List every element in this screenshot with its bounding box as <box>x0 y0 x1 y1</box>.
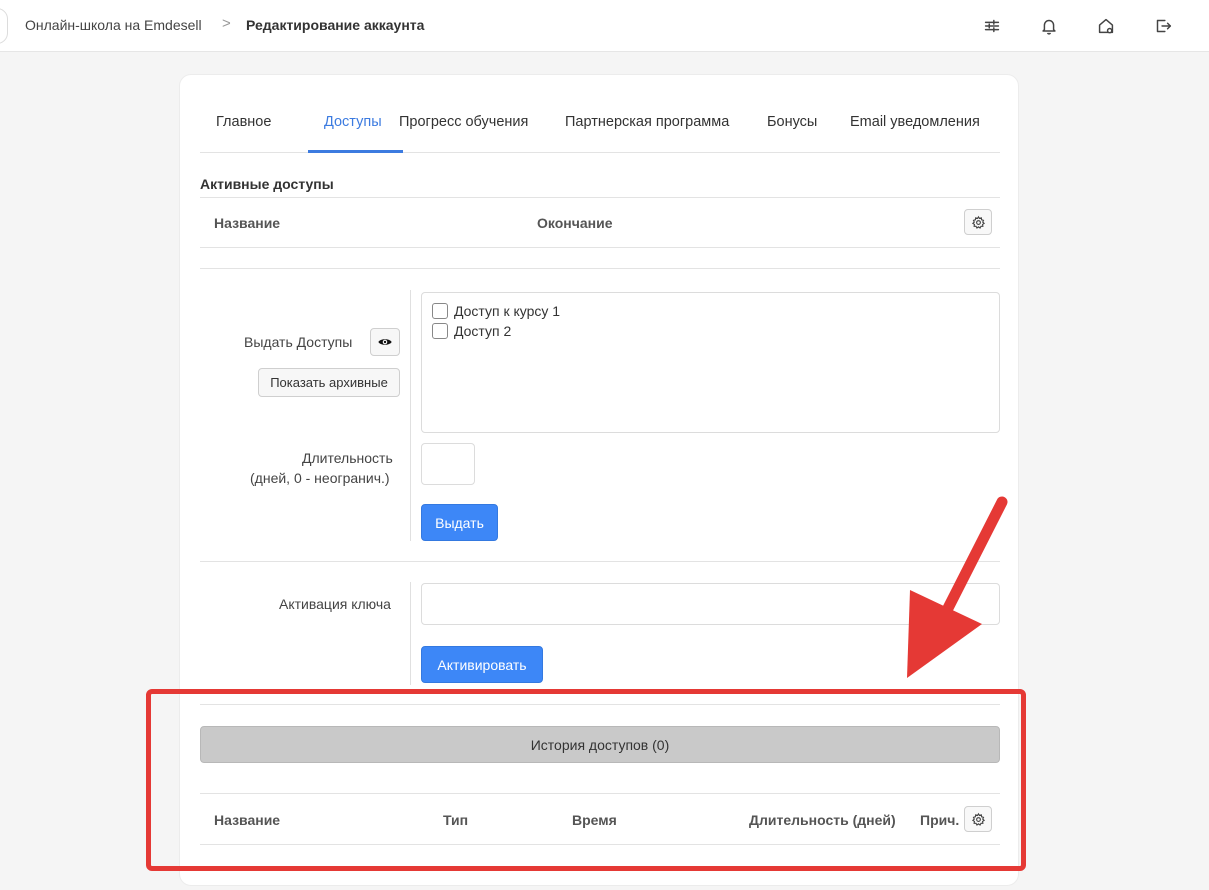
divider <box>200 247 1000 248</box>
tab-progress[interactable]: Прогресс обучения <box>399 114 528 130</box>
tabs-bar: Главное Доступы Прогресс обучения Партне… <box>200 107 1000 153</box>
eye-icon <box>378 339 392 345</box>
duration-input[interactable] <box>421 443 475 485</box>
gear-icon <box>971 215 985 229</box>
active-table-settings-button[interactable] <box>964 209 992 235</box>
divider <box>200 197 1000 198</box>
access-option-label: Доступ 2 <box>454 323 512 339</box>
form-divider <box>410 290 411 541</box>
divider <box>200 268 1000 269</box>
active-access-title: Активные доступы <box>200 176 334 192</box>
column-expiry: Окончание <box>537 215 613 231</box>
tab-bonuses[interactable]: Бонусы <box>767 114 817 130</box>
page-title: Редактирование аккаунта <box>246 17 425 33</box>
top-bar: Онлайн-школа на Emdesell > Редактировани… <box>0 0 1209 52</box>
access-option-label: Доступ к курсу 1 <box>454 303 561 319</box>
show-archived-button[interactable]: Показать архивные <box>258 368 400 397</box>
column-name: Название <box>214 215 281 231</box>
tab-main[interactable]: Главное <box>216 114 271 130</box>
bell-icon[interactable] <box>1038 15 1060 37</box>
duration-label: Длительность <box>302 450 393 466</box>
tab-access[interactable]: Доступы <box>324 114 382 130</box>
home-settings-icon[interactable] <box>1095 15 1117 37</box>
tab-email[interactable]: Email уведомления <box>850 114 980 130</box>
sidebar-toggle[interactable] <box>0 8 8 44</box>
access-option-checkbox[interactable] <box>432 323 448 339</box>
annotation-arrow-icon <box>907 496 1008 678</box>
form-divider <box>410 582 411 685</box>
annotation-highlight-box <box>146 689 1026 871</box>
logout-icon[interactable] <box>1152 15 1174 37</box>
tab-partner[interactable]: Партнерская программа <box>565 114 729 130</box>
breadcrumb-separator: > <box>222 15 231 32</box>
access-list[interactable]: Доступ к курсу 1 Доступ 2 <box>421 292 1000 433</box>
breadcrumb-school[interactable]: Онлайн-школа на Emdesell <box>25 17 202 33</box>
sliders-icon[interactable] <box>981 15 1003 37</box>
duration-hint: (дней, 0 - неогранич.) <box>250 470 390 486</box>
grant-access-label: Выдать Доступы <box>244 334 353 350</box>
access-option[interactable]: Доступ 2 <box>432 323 511 339</box>
active-tab-indicator <box>308 150 403 153</box>
toggle-visibility-button[interactable] <box>370 328 400 356</box>
key-activation-label: Активация ключа <box>279 596 391 612</box>
activate-button[interactable]: Активировать <box>421 646 543 683</box>
grant-button[interactable]: Выдать <box>421 504 498 541</box>
access-option-checkbox[interactable] <box>432 303 448 319</box>
access-option[interactable]: Доступ к курсу 1 <box>432 303 560 319</box>
divider <box>200 561 1000 562</box>
